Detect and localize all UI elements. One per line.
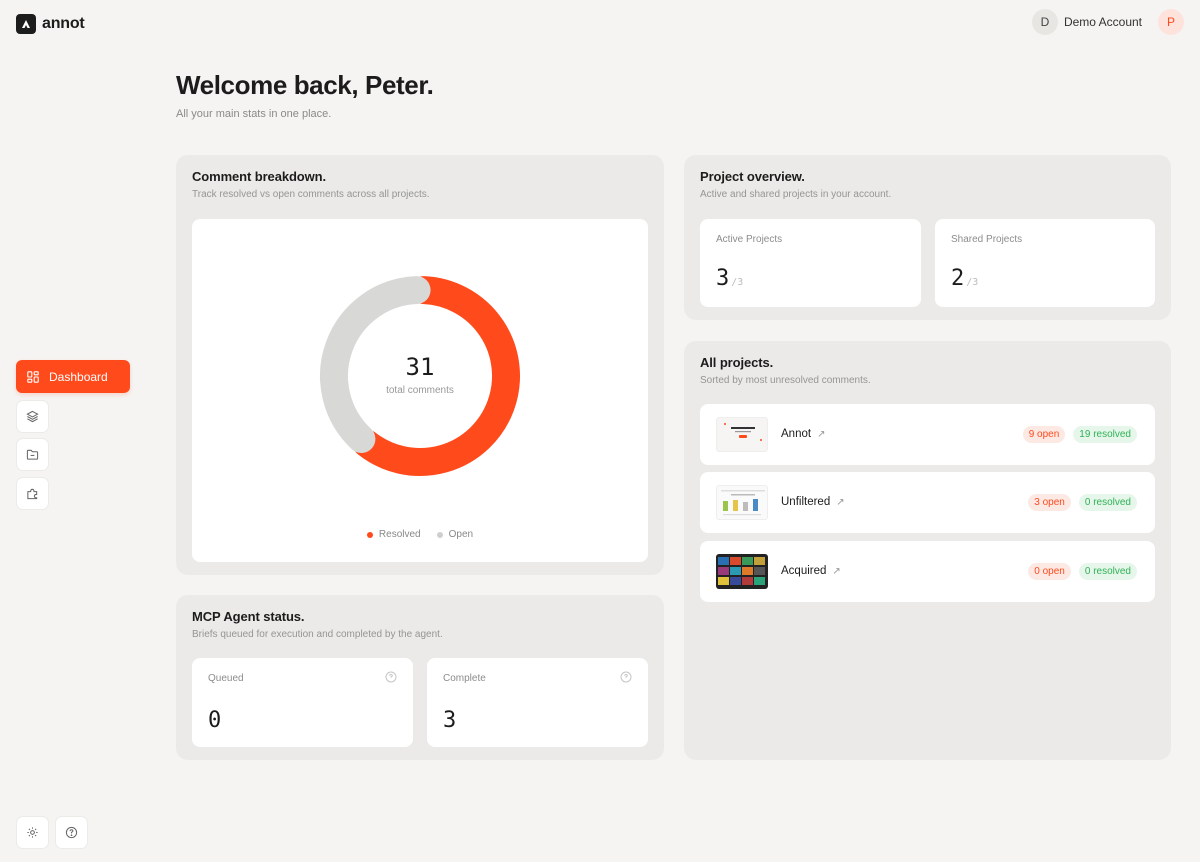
account-avatar: D [1031,9,1058,35]
project-row-unfiltered[interactable]: Unfiltered ↗ 3 open 0 resolved [700,472,1155,533]
external-link-icon[interactable]: ↗ [836,497,844,508]
project-thumbnail [716,554,768,589]
panel-title: Comment breakdown. [192,169,326,184]
folder-icon [26,449,39,460]
resolved-count-badge: 0 resolved [1078,563,1137,580]
gear-icon [27,827,38,838]
panel-subtitle: Active and shared projects in your accou… [700,189,892,200]
account-name: Demo Account [1063,15,1142,29]
sidebar-item-integrations[interactable] [16,477,49,510]
total-comments-value: 31 [405,353,435,381]
legend-open: Open [436,529,474,540]
project-row-annot[interactable]: Annot ↗ 9 open 19 resolved [700,404,1155,465]
panel-subtitle: Briefs queued for execution and complete… [192,629,443,640]
all-projects-panel: All projects. Sorted by most unresolved … [684,341,1171,760]
panel-title: Project overview. [700,169,805,184]
active-projects-card: Active Projects 3/3 [700,219,921,307]
dashboard-icon [27,370,39,383]
complete-value: 3 [443,708,457,733]
active-projects-label: Active Projects [716,234,783,245]
external-link-icon[interactable]: ↗ [832,566,840,577]
shared-projects-card: Shared Projects 2/3 [935,219,1155,307]
sidebar-item-folders[interactable] [16,438,49,471]
shared-projects-value: 2 [951,266,965,291]
page-title: Welcome back, Peter. [176,70,434,100]
project-row-acquired[interactable]: Acquired ↗ 0 open 0 resolved [700,541,1155,602]
page-subtitle: All your main stats in one place. [176,108,332,120]
legend-resolved-label: Resolved [378,529,421,540]
account-menu[interactable]: D Demo Account P [1031,9,1184,35]
panel-subtitle: Track resolved vs open comments across a… [192,189,430,200]
project-thumbnail [716,485,768,520]
panel-title: All projects. [700,355,774,370]
app-logo[interactable]: annot [16,14,85,34]
panel-subtitle: Sorted by most unresolved comments. [700,375,871,386]
total-comments-label: total comments [386,385,454,396]
settings-button[interactable] [16,816,49,849]
legend-resolved: Resolved [366,529,421,540]
open-count-badge: 9 open [1022,426,1066,443]
logo-icon [16,14,36,34]
queued-card: Queued 0 [192,658,413,747]
resolved-count-badge: 0 resolved [1078,494,1137,511]
mcp-agent-panel: MCP Agent status. Briefs queued for exec… [176,595,664,760]
legend-open-label: Open [448,529,474,540]
open-dot [436,531,443,538]
queued-label: Queued [208,673,244,684]
queued-value: 0 [208,708,222,733]
active-projects-total: /3 [731,277,744,288]
user-avatar[interactable]: P [1158,9,1184,35]
sidebar-item-layers[interactable] [16,400,49,433]
puzzle-icon [27,488,38,500]
donut-chart-card: 31 total comments Resolved Open [192,219,648,562]
panel-title: MCP Agent status. [192,609,305,624]
help-icon [65,826,78,839]
project-name: Annot [781,428,812,440]
shared-projects-label: Shared Projects [951,234,1023,245]
sidebar-item-label: Dashboard [49,369,108,384]
open-count-badge: 0 open [1028,563,1071,580]
resolved-dot [366,531,373,538]
project-name: Unfiltered [781,496,831,508]
complete-label: Complete [443,673,486,684]
help-button[interactable] [55,816,88,849]
shared-projects-total: /3 [966,277,979,288]
info-icon[interactable] [620,671,632,683]
external-link-icon[interactable]: ↗ [817,429,825,440]
layers-icon [26,410,39,423]
project-name: Acquired [781,565,827,577]
resolved-count-badge: 19 resolved [1073,426,1137,443]
app-name: annot [42,15,85,32]
active-projects-value: 3 [716,266,730,291]
complete-card: Complete 3 [427,658,648,747]
open-count-badge: 3 open [1028,494,1071,511]
info-icon[interactable] [385,671,397,683]
project-overview-panel: Project overview. Active and shared proj… [684,155,1171,320]
project-thumbnail [716,417,768,452]
sidebar-item-dashboard[interactable]: Dashboard [16,360,130,393]
comment-breakdown-panel: Comment breakdown. Track resolved vs ope… [176,155,664,575]
chart-legend: Resolved Open [192,529,648,540]
